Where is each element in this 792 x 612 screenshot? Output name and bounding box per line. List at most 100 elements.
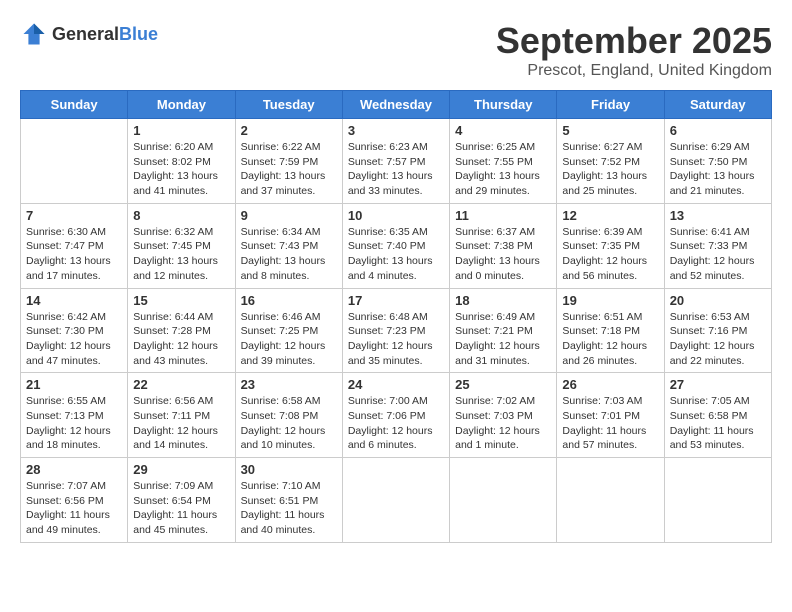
day-number: 13 [670,208,766,223]
day-number: 8 [133,208,229,223]
day-number: 24 [348,377,444,392]
calendar-cell: 25Sunrise: 7:02 AM Sunset: 7:03 PM Dayli… [450,373,557,458]
day-info: Sunrise: 6:49 AM Sunset: 7:21 PM Dayligh… [455,310,551,369]
calendar-cell: 5 Sunrise: 6:27 AM Sunset: 7:52 PM Daylig… [557,119,664,204]
day-info: Sunrise: 6:27 AM Sunset: 7:52 PM Dayligh… [562,140,658,199]
day-info: Sunrise: 6:53 AM Sunset: 7:16 PM Dayligh… [670,310,766,369]
day-info: Sunrise: 6:48 AM Sunset: 7:23 PM Dayligh… [348,310,444,369]
calendar-cell: 17 Sunrise: 6:48 AM Sunset: 7:23 PM Dayli… [342,288,449,373]
calendar-cell: 9Sunrise: 6:34 AM Sunset: 7:43 PM Daylig… [235,203,342,288]
day-number: 29 [133,462,229,477]
weekday-header-saturday: Saturday [664,91,771,119]
day-info: Sunrise: 6:37 AM Sunset: 7:38 PM Dayligh… [455,225,551,284]
calendar-cell: 12Sunrise: 6:39 AM Sunset: 7:35 PM Dayli… [557,203,664,288]
day-number: 1 [133,123,229,138]
day-info: Sunrise: 6:22 AM Sunset: 7:59 PM Dayligh… [241,140,337,199]
calendar-cell: 4 Sunrise: 6:25 AM Sunset: 7:55 PM Daylig… [450,119,557,204]
calendar-cell: 26Sunrise: 7:03 AM Sunset: 7:01 PM Dayli… [557,373,664,458]
calendar-cell: 18 Sunrise: 6:49 AM Sunset: 7:21 PM Dayli… [450,288,557,373]
day-info: Sunrise: 6:34 AM Sunset: 7:43 PM Dayligh… [241,225,337,284]
calendar-cell: 15 Sunrise: 6:44 AM Sunset: 7:28 PM Dayli… [128,288,235,373]
calendar-cell: 7 Sunrise: 6:30 AM Sunset: 7:47 PM Daylig… [21,203,128,288]
day-number: 21 [26,377,122,392]
day-number: 23 [241,377,337,392]
day-info: Sunrise: 7:03 AM Sunset: 7:01 PM Dayligh… [562,394,658,453]
calendar-cell [664,458,771,543]
weekday-header-friday: Friday [557,91,664,119]
calendar-cell: 22Sunrise: 6:56 AM Sunset: 7:11 PM Dayli… [128,373,235,458]
day-info: Sunrise: 6:41 AM Sunset: 7:33 PM Dayligh… [670,225,766,284]
day-number: 28 [26,462,122,477]
day-number: 7 [26,208,122,223]
calendar-cell: 28 Sunrise: 7:07 AM Sunset: 6:56 PM Dayli… [21,458,128,543]
calendar-cell: 11 Sunrise: 6:37 AM Sunset: 7:38 PM Dayli… [450,203,557,288]
week-row-1: 1 Sunrise: 6:20 AM Sunset: 8:02 PM Daylig… [21,119,772,204]
calendar-cell: 29 Sunrise: 7:09 AM Sunset: 6:54 PM Dayli… [128,458,235,543]
day-info: Sunrise: 6:23 AM Sunset: 7:57 PM Dayligh… [348,140,444,199]
day-info: Sunrise: 6:30 AM Sunset: 7:47 PM Dayligh… [26,225,122,284]
day-info: Sunrise: 7:07 AM Sunset: 6:56 PM Dayligh… [26,479,122,538]
day-info: Sunrise: 6:42 AM Sunset: 7:30 PM Dayligh… [26,310,122,369]
day-info: Sunrise: 6:32 AM Sunset: 7:45 PM Dayligh… [133,225,229,284]
calendar-cell: 16Sunrise: 6:46 AM Sunset: 7:25 PM Dayli… [235,288,342,373]
day-number: 10 [348,208,444,223]
calendar-cell [557,458,664,543]
calendar-cell [342,458,449,543]
day-info: Sunrise: 6:29 AM Sunset: 7:50 PM Dayligh… [670,140,766,199]
calendar-cell: 3Sunrise: 6:23 AM Sunset: 7:57 PM Daylig… [342,119,449,204]
calendar-cell: 19 Sunrise: 6:51 AM Sunset: 7:18 PM Dayli… [557,288,664,373]
day-info: Sunrise: 6:35 AM Sunset: 7:40 PM Dayligh… [348,225,444,284]
day-number: 11 [455,208,551,223]
calendar-cell [450,458,557,543]
day-number: 4 [455,123,551,138]
day-number: 16 [241,293,337,308]
weekday-header-thursday: Thursday [450,91,557,119]
logo-general: General [52,24,119,44]
day-info: Sunrise: 6:51 AM Sunset: 7:18 PM Dayligh… [562,310,658,369]
calendar-cell [21,119,128,204]
calendar-cell: 21 Sunrise: 6:55 AM Sunset: 7:13 PM Dayli… [21,373,128,458]
day-number: 17 [348,293,444,308]
week-row-2: 7 Sunrise: 6:30 AM Sunset: 7:47 PM Daylig… [21,203,772,288]
calendar-cell: 1 Sunrise: 6:20 AM Sunset: 8:02 PM Daylig… [128,119,235,204]
day-number: 18 [455,293,551,308]
calendar-cell: 30 Sunrise: 7:10 AM Sunset: 6:51 PM Dayli… [235,458,342,543]
calendar-cell: 20 Sunrise: 6:53 AM Sunset: 7:16 PM Dayli… [664,288,771,373]
calendar-cell: 14Sunrise: 6:42 AM Sunset: 7:30 PM Dayli… [21,288,128,373]
logo: GeneralBlue [20,20,158,48]
day-number: 30 [241,462,337,477]
day-number: 6 [670,123,766,138]
day-info: Sunrise: 6:39 AM Sunset: 7:35 PM Dayligh… [562,225,658,284]
page-header: GeneralBlue September 2025 Prescot, Engl… [20,20,772,80]
day-info: Sunrise: 7:05 AM Sunset: 6:58 PM Dayligh… [670,394,766,453]
calendar-cell: 24Sunrise: 7:00 AM Sunset: 7:06 PM Dayli… [342,373,449,458]
calendar-cell: 10 Sunrise: 6:35 AM Sunset: 7:40 PM Dayli… [342,203,449,288]
logo-text: GeneralBlue [52,24,158,45]
month-title: September 2025 [496,20,772,62]
day-number: 15 [133,293,229,308]
calendar-cell: 8 Sunrise: 6:32 AM Sunset: 7:45 PM Daylig… [128,203,235,288]
day-info: Sunrise: 7:10 AM Sunset: 6:51 PM Dayligh… [241,479,337,538]
calendar-table: SundayMondayTuesdayWednesdayThursdayFrid… [20,90,772,543]
day-info: Sunrise: 6:55 AM Sunset: 7:13 PM Dayligh… [26,394,122,453]
day-number: 20 [670,293,766,308]
day-number: 25 [455,377,551,392]
weekday-header-tuesday: Tuesday [235,91,342,119]
day-number: 19 [562,293,658,308]
calendar-cell: 6 Sunrise: 6:29 AM Sunset: 7:50 PM Daylig… [664,119,771,204]
weekday-header-monday: Monday [128,91,235,119]
day-number: 5 [562,123,658,138]
week-row-5: 28 Sunrise: 7:07 AM Sunset: 6:56 PM Dayli… [21,458,772,543]
day-info: Sunrise: 6:44 AM Sunset: 7:28 PM Dayligh… [133,310,229,369]
day-info: Sunrise: 6:20 AM Sunset: 8:02 PM Dayligh… [133,140,229,199]
calendar-cell: 2Sunrise: 6:22 AM Sunset: 7:59 PM Daylig… [235,119,342,204]
calendar-cell: 23 Sunrise: 6:58 AM Sunset: 7:08 PM Dayli… [235,373,342,458]
day-info: Sunrise: 6:58 AM Sunset: 7:08 PM Dayligh… [241,394,337,453]
day-info: Sunrise: 6:25 AM Sunset: 7:55 PM Dayligh… [455,140,551,199]
day-info: Sunrise: 6:56 AM Sunset: 7:11 PM Dayligh… [133,394,229,453]
weekday-header-sunday: Sunday [21,91,128,119]
location: Prescot, England, United Kingdom [496,62,772,80]
day-info: Sunrise: 7:09 AM Sunset: 6:54 PM Dayligh… [133,479,229,538]
day-number: 27 [670,377,766,392]
week-row-4: 21 Sunrise: 6:55 AM Sunset: 7:13 PM Dayli… [21,373,772,458]
